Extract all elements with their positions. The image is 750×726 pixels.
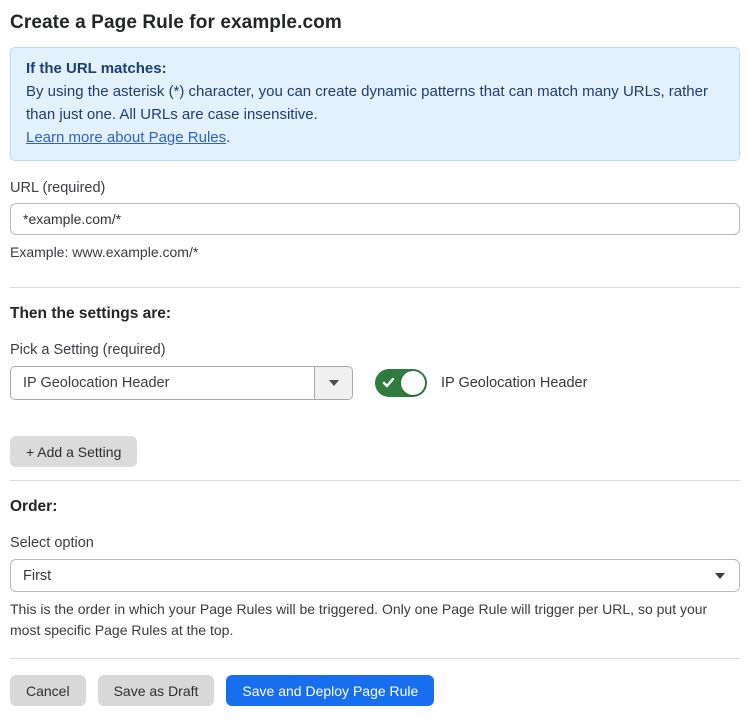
info-box-heading: If the URL matches: <box>26 57 724 80</box>
ip-geolocation-toggle[interactable] <box>375 369 427 397</box>
url-field-helper: Example: www.example.com/* <box>10 242 740 263</box>
setting-picker[interactable]: IP Geolocation Header <box>10 366 353 400</box>
order-select[interactable]: First <box>10 559 740 592</box>
cancel-button[interactable]: Cancel <box>10 675 86 706</box>
info-box-link-line: Learn more about Page Rules. <box>26 126 724 149</box>
pick-setting-label: Pick a Setting (required) <box>10 342 740 358</box>
link-period: . <box>226 129 230 146</box>
setting-row: IP Geolocation Header IP Geolocation Hea… <box>10 366 740 400</box>
save-as-draft-button[interactable]: Save as Draft <box>98 675 215 706</box>
settings-section-heading: Then the settings are: <box>10 305 740 323</box>
url-input[interactable] <box>10 203 740 235</box>
divider <box>10 287 740 288</box>
create-page-rule-form: Create a Page Rule for example.com If th… <box>0 0 750 726</box>
select-option-label: Select option <box>10 535 740 551</box>
setting-picker-value: IP Geolocation Header <box>11 367 314 399</box>
divider <box>10 480 740 481</box>
check-icon <box>382 376 395 389</box>
toggle-wrap: IP Geolocation Header <box>375 369 587 397</box>
order-section-heading: Order: <box>10 498 740 516</box>
order-select-value: First <box>23 568 51 584</box>
url-field-label: URL (required) <box>10 180 740 196</box>
url-match-info-box: If the URL matches: By using the asteris… <box>10 47 740 161</box>
divider <box>10 658 740 659</box>
add-setting-button[interactable]: + Add a Setting <box>10 436 137 467</box>
setting-picker-arrow-button[interactable] <box>314 367 352 399</box>
save-and-deploy-button[interactable]: Save and Deploy Page Rule <box>226 675 434 706</box>
info-box-body: By using the asterisk (*) character, you… <box>26 80 724 126</box>
order-helper-text: This is the order in which your Page Rul… <box>10 599 740 641</box>
chevron-down-icon <box>329 380 339 386</box>
footer-actions: Cancel Save as Draft Save and Deploy Pag… <box>10 675 740 706</box>
toggle-label: IP Geolocation Header <box>441 375 587 391</box>
page-title: Create a Page Rule for example.com <box>10 12 740 34</box>
toggle-knob <box>401 371 425 395</box>
chevron-down-icon <box>715 573 725 579</box>
learn-more-link[interactable]: Learn more about Page Rules <box>26 129 226 146</box>
